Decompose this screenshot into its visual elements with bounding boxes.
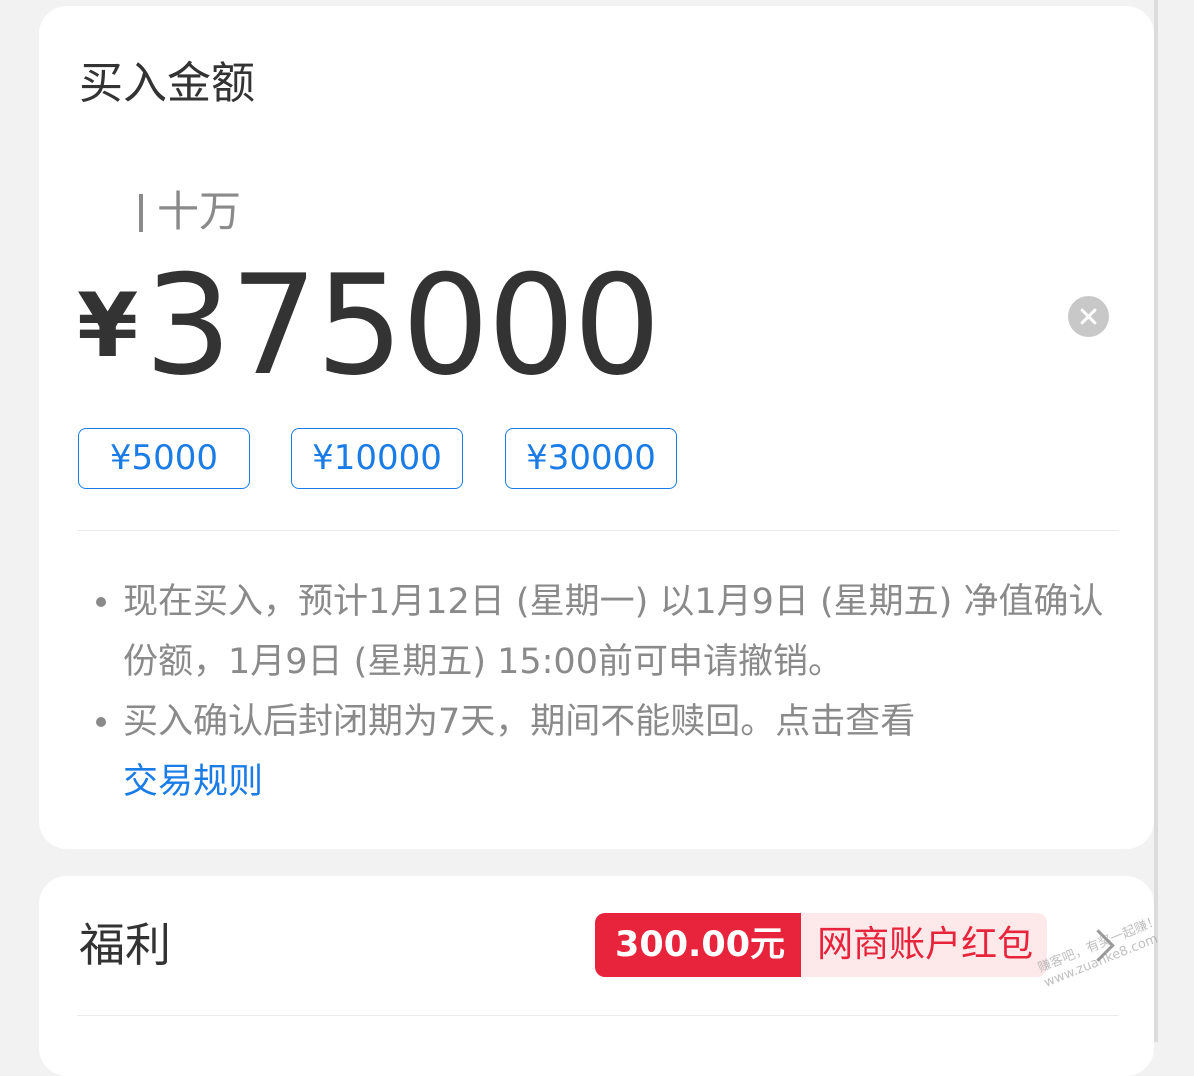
welfare-title: 福利 (79, 918, 171, 972)
purchase-amount-title: 买入金额 (79, 58, 255, 109)
quick-amount-30000-button[interactable]: ¥30000 (505, 428, 677, 489)
quick-amount-5000-button[interactable]: ¥5000 (78, 428, 250, 489)
text-cursor (139, 194, 143, 232)
trading-rules-link[interactable]: 交易规则 (123, 762, 263, 802)
amount-value[interactable]: 375000 (144, 256, 661, 396)
divider (77, 530, 1119, 531)
welfare-card[interactable]: 福利 300.00元 网商账户红包 (39, 876, 1154, 1076)
red-packet-amount: 300.00元 (595, 913, 802, 977)
red-packet-label: 网商账户红包 (801, 913, 1048, 977)
lockup-period-text: 买入确认后封闭期为7天，期间不能赎回。点击查看 (123, 702, 916, 742)
bullet-dot (96, 597, 106, 607)
bullet-dot (96, 717, 106, 727)
divider (77, 1015, 1119, 1016)
unit-hint-text: 十万 (157, 187, 242, 236)
currency-symbol: ¥ (77, 274, 139, 377)
quick-amount-10000-button[interactable]: ¥10000 (291, 428, 463, 489)
red-packet-badge[interactable]: 300.00元 网商账户红包 (595, 913, 1048, 977)
clear-circle-icon[interactable] (1068, 296, 1109, 337)
screen-edge (1154, 0, 1158, 1042)
purchase-amount-card: 买入金额 十万 ¥375000 ¥5000 ¥10000 ¥30000 现在买入… (39, 6, 1154, 849)
amount-input[interactable]: ¥375000 (77, 256, 661, 396)
lockup-period-note: 买入确认后封闭期为7天，期间不能赎回。点击查看 交易规则 (123, 692, 1113, 812)
confirm-date-note: 现在买入，预计1月12日 (星期一) 以1月9日 (星期五) 净值确认份额，1月… (123, 582, 1104, 682)
amount-unit-hint: 十万 (139, 184, 241, 240)
